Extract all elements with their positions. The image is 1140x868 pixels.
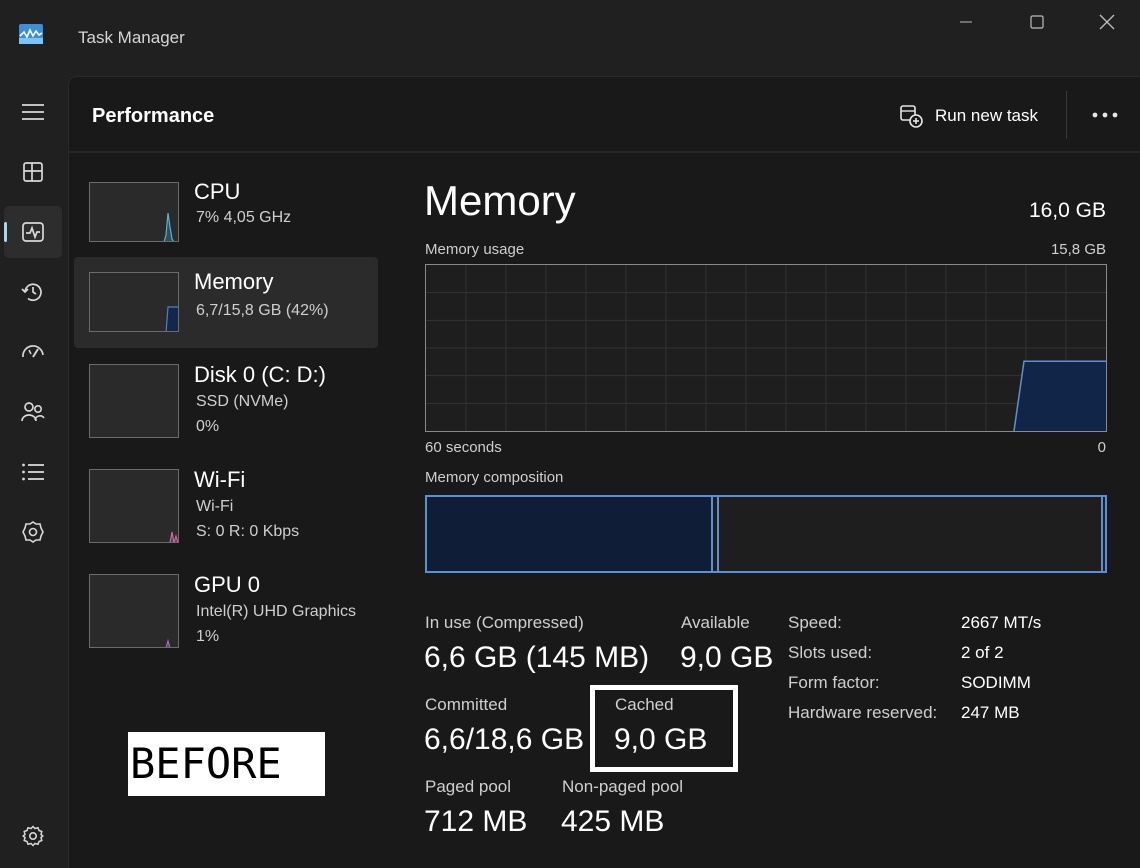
minimize-icon xyxy=(960,21,972,23)
composition-end-segment xyxy=(1101,497,1103,571)
graph-time-right: 0 xyxy=(1097,439,1106,456)
committed-label: Committed xyxy=(425,695,508,714)
hamburger-icon xyxy=(22,104,44,120)
available-value: 9,0 GB xyxy=(680,641,774,674)
paged-pool-label: Paged pool xyxy=(425,777,512,796)
header-divider xyxy=(1066,91,1067,139)
paged-pool-value: 712 MB xyxy=(424,805,528,838)
gpu-thumbnail-graph xyxy=(89,574,179,648)
resource-detail: 7% 4,05 GHz xyxy=(196,209,292,226)
wifi-thumbnail-graph xyxy=(89,469,179,543)
nav-menu-button[interactable] xyxy=(4,86,62,138)
resource-wifi[interactable]: Wi-Fi Wi-Fi S: 0 R: 0 Kbps xyxy=(74,455,378,555)
non-paged-pool-label: Non-paged pool xyxy=(562,777,683,796)
more-options-button[interactable] xyxy=(1087,103,1123,127)
non-paged-pool-value: 425 MB xyxy=(561,805,665,838)
memory-usage-max: 15,8 GB xyxy=(1050,241,1106,258)
details-icon xyxy=(22,463,44,481)
minimize-button[interactable] xyxy=(944,8,988,36)
nav-app-history[interactable] xyxy=(4,266,62,318)
nav-performance[interactable] xyxy=(4,206,62,258)
startup-icon xyxy=(22,345,44,358)
resource-memory[interactable]: Memory 6,7/15,8 GB (42%) xyxy=(74,257,378,348)
memory-usage-graph xyxy=(425,264,1107,432)
run-task-icon xyxy=(900,105,923,128)
page-header: Performance Run new task xyxy=(69,77,1140,153)
spec-label: Hardware reserved: xyxy=(788,703,938,722)
page-title: Performance xyxy=(92,105,215,127)
disk-thumbnail-graph xyxy=(89,364,179,438)
resource-detail: Intel(R) UHD Graphics xyxy=(196,603,357,620)
nav-startup-apps[interactable] xyxy=(4,326,62,378)
performance-icon xyxy=(22,222,44,242)
resource-disk[interactable]: Disk 0 (C: D:) SSD (NVMe) 0% xyxy=(74,350,378,450)
composition-separator xyxy=(717,497,719,571)
close-icon xyxy=(1099,14,1115,30)
cached-value: 9,0 GB xyxy=(614,723,708,756)
more-icon xyxy=(1092,112,1118,118)
close-button[interactable] xyxy=(1085,8,1129,36)
memory-composition-bar xyxy=(425,495,1107,573)
nav-processes[interactable] xyxy=(4,146,62,198)
main-panel: Performance Run new task CPU 7% 4,05 GHz… xyxy=(68,76,1140,868)
history-icon xyxy=(21,283,42,302)
in-use-label: In use (Compressed) xyxy=(425,613,584,632)
available-label: Available xyxy=(681,613,750,632)
cpu-thumbnail-graph xyxy=(89,182,179,242)
task-manager-logo-icon xyxy=(19,24,43,44)
spec-value: 2667 MT/s xyxy=(961,613,1042,632)
resource-detail: 0% xyxy=(196,418,220,435)
navigation-sidebar xyxy=(0,76,68,868)
resource-name: GPU 0 xyxy=(194,572,261,597)
nav-users[interactable] xyxy=(4,386,62,438)
title-bar: Task Manager xyxy=(0,0,1140,76)
memory-thumbnail-graph xyxy=(89,272,179,332)
memory-usage-area xyxy=(1014,361,1106,431)
run-new-task-button[interactable]: Run new task xyxy=(899,101,1038,131)
detail-total-memory: 16,0 GB xyxy=(1028,199,1106,222)
spec-label: Speed: xyxy=(788,613,842,632)
cached-label: Cached xyxy=(615,695,674,714)
resource-name: Disk 0 (C: D:) xyxy=(194,362,326,387)
resource-cpu[interactable]: CPU 7% 4,05 GHz xyxy=(74,167,378,255)
detail-title: Memory xyxy=(424,177,576,224)
services-icon xyxy=(22,521,44,543)
resource-name: CPU xyxy=(194,179,241,204)
nav-services[interactable] xyxy=(4,506,62,558)
spec-label: Form factor: xyxy=(788,673,880,692)
resource-name: Wi-Fi xyxy=(194,467,246,492)
processes-icon xyxy=(23,162,43,182)
committed-value: 6,6/18,6 GB xyxy=(424,723,585,756)
resource-detail: Wi-Fi xyxy=(196,498,234,515)
spec-label: Slots used: xyxy=(788,643,873,662)
app-title: Task Manager xyxy=(78,28,185,47)
composition-in-use-segment[interactable] xyxy=(427,497,713,571)
spec-value: SODIMM xyxy=(961,673,1031,692)
before-annotation-label: BEFORE xyxy=(128,732,325,796)
memory-composition-label: Memory composition xyxy=(425,469,564,486)
memory-usage-label: Memory usage xyxy=(425,241,525,258)
maximize-icon xyxy=(1030,15,1044,29)
gear-icon xyxy=(22,825,44,847)
run-new-task-label: Run new task xyxy=(935,106,1038,125)
resource-name: Memory xyxy=(194,269,274,294)
resource-detail: 1% xyxy=(196,628,220,645)
nav-details[interactable] xyxy=(4,446,62,498)
memory-usage-graph-canvas xyxy=(426,265,1106,432)
spec-value: 247 MB xyxy=(961,703,1020,722)
resource-detail: 6,7/15,8 GB (42%) xyxy=(196,302,329,319)
resource-gpu[interactable]: GPU 0 Intel(R) UHD Graphics 1% xyxy=(74,560,378,660)
spec-value: 2 of 2 xyxy=(961,643,1004,662)
users-icon xyxy=(21,402,45,422)
in-use-value: 6,6 GB (145 MB) xyxy=(424,641,650,674)
maximize-button[interactable] xyxy=(1015,8,1059,36)
resource-detail: S: 0 R: 0 Kbps xyxy=(196,523,300,540)
graph-time-left: 60 seconds xyxy=(425,439,502,456)
resource-detail: SSD (NVMe) xyxy=(196,393,289,410)
nav-settings[interactable] xyxy=(4,810,62,862)
